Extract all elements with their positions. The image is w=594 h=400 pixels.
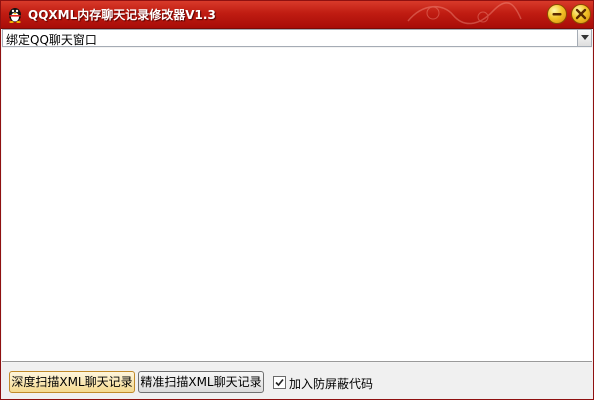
qq-window-select[interactable]: 绑定QQ聊天窗口 — [2, 29, 592, 47]
chevron-down-icon — [581, 35, 589, 40]
title-decoration — [407, 2, 522, 25]
close-button[interactable] — [571, 4, 591, 24]
close-icon — [575, 8, 587, 20]
chat-record-area[interactable] — [2, 48, 592, 362]
anti-block-label: 加入防屏蔽代码 — [289, 377, 374, 391]
qq-window-select-value: 绑定QQ聊天窗口 — [6, 33, 97, 47]
select-dropdown-button[interactable] — [577, 30, 591, 46]
window-title: QQXML内存聊天记录修改器V1.3 — [28, 8, 216, 22]
deep-scan-button[interactable]: 深度扫描XML聊天记录 — [9, 371, 135, 393]
app-window: QQXML内存聊天记录修改器V1.3 绑定QQ聊天窗口 深度扫描XML聊天记录 … — [0, 0, 594, 400]
checkmark-icon — [275, 378, 284, 387]
precise-scan-button[interactable]: 精准扫描XML聊天记录 — [138, 371, 264, 393]
minimize-button[interactable] — [547, 4, 567, 24]
anti-block-checkbox[interactable] — [273, 376, 286, 389]
title-bar[interactable]: QQXML内存聊天记录修改器V1.3 — [1, 1, 593, 29]
penguin-icon — [6, 5, 24, 23]
minimize-icon — [552, 13, 562, 16]
bottom-toolbar: 深度扫描XML聊天记录 精准扫描XML聊天记录 加入防屏蔽代码 — [1, 363, 593, 399]
